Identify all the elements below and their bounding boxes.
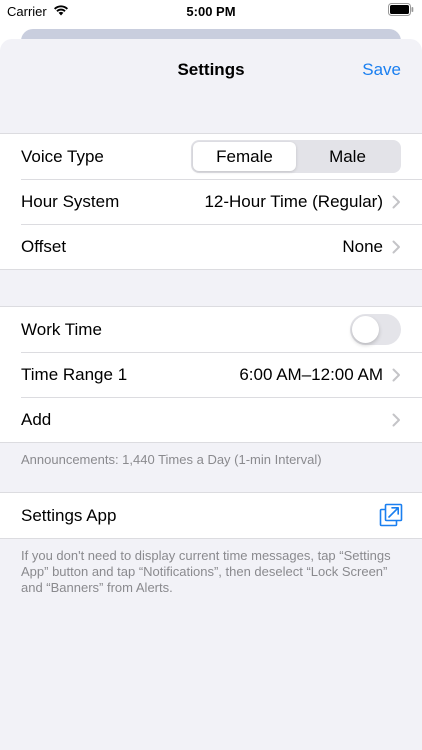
voice-settings-group: Voice Type Female Male Hour System 12-Ho… xyxy=(0,133,422,270)
add-label: Add xyxy=(21,409,52,429)
open-external-icon[interactable] xyxy=(379,503,403,532)
work-time-label: Work Time xyxy=(21,319,102,339)
announcements-footer: Announcements: 1,440 Times a Day (1-min … xyxy=(21,452,322,467)
chevron-right-icon xyxy=(392,195,401,209)
offset-label: Offset xyxy=(21,236,67,256)
status-bar: Carrier 5:00 PM xyxy=(0,0,422,24)
add-row[interactable]: Add xyxy=(0,397,422,442)
hour-system-value: 12-Hour Time (Regular) xyxy=(204,191,383,211)
time-range-row[interactable]: Time Range 1 6:00 AM–12:00 AM xyxy=(0,352,422,397)
voice-male-segment[interactable]: Male xyxy=(296,142,399,171)
time-range-value: 6:00 AM–12:00 AM xyxy=(239,364,383,384)
settings-app-label: Settings App xyxy=(21,505,117,525)
time-range-label: Time Range 1 xyxy=(21,364,128,384)
toggle-knob xyxy=(352,316,379,343)
work-time-row: Work Time xyxy=(0,307,422,352)
work-time-group: Work Time Time Range 1 6:00 AM–12:00 AM … xyxy=(0,306,422,443)
voice-female-segment[interactable]: Female xyxy=(193,142,296,171)
settings-sheet: Settings Save Voice Type Female Male Hou… xyxy=(0,39,422,750)
voice-type-segmented-control[interactable]: Female Male xyxy=(191,140,401,173)
hour-system-label: Hour System xyxy=(21,191,120,211)
chevron-right-icon xyxy=(392,368,401,382)
status-time: 5:00 PM xyxy=(186,4,236,19)
chevron-right-icon xyxy=(392,413,401,427)
offset-value: None xyxy=(342,236,383,256)
nav-bar: Settings Save xyxy=(0,39,422,101)
save-button[interactable]: Save xyxy=(362,60,401,80)
voice-type-row: Voice Type Female Male xyxy=(0,134,422,179)
work-time-toggle[interactable] xyxy=(350,314,401,345)
settings-app-row[interactable]: Settings App xyxy=(0,493,422,538)
hour-system-row[interactable]: Hour System 12-Hour Time (Regular) xyxy=(0,179,422,224)
settings-app-group: Settings App xyxy=(0,492,422,539)
offset-row[interactable]: Offset None xyxy=(0,224,422,269)
chevron-right-icon xyxy=(392,240,401,254)
page-title: Settings xyxy=(177,60,245,79)
battery-icon xyxy=(388,3,414,19)
settings-app-footer: If you don't need to display current tim… xyxy=(21,548,391,595)
